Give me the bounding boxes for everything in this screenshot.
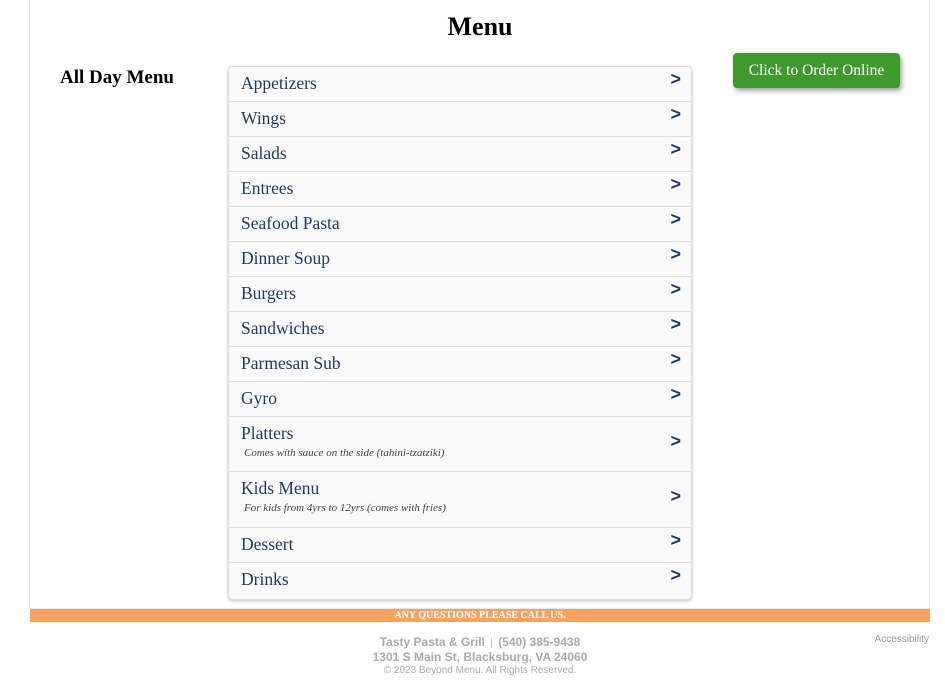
chevron-right-icon: > xyxy=(670,314,681,334)
chevron-right-icon: > xyxy=(670,174,681,194)
category-drinks[interactable]: Drinks > xyxy=(229,563,691,599)
chevron-right-icon: > xyxy=(670,384,681,404)
copyright: © 2023 Beyond Menu. All Rights Reserved. xyxy=(383,665,577,676)
category-wings[interactable]: Wings > xyxy=(229,102,691,137)
order-online-button[interactable]: Click to Order Online xyxy=(733,53,900,88)
category-burgers[interactable]: Burgers > xyxy=(229,277,691,312)
category-seafood-pasta[interactable]: Seafood Pasta > xyxy=(229,207,691,242)
chevron-right-icon: > xyxy=(670,244,681,264)
chevron-right-icon: > xyxy=(670,349,681,369)
section-label-all-day-menu: All Day Menu xyxy=(60,67,174,88)
category-platters[interactable]: Platters Comes with sauce on the side (t… xyxy=(229,417,691,472)
category-note: For kids from 4yrs to 12yrs (comes with … xyxy=(244,502,446,514)
category-kids-menu[interactable]: Kids Menu For kids from 4yrs to 12yrs (c… xyxy=(229,472,691,528)
page-title: Menu xyxy=(447,12,513,41)
category-name: Seafood Pasta xyxy=(241,213,340,233)
chevron-right-icon: > xyxy=(670,530,681,550)
category-parmesan-sub[interactable]: Parmesan Sub > xyxy=(229,347,691,382)
category-name: Drinks xyxy=(241,569,289,589)
category-name: Appetizers xyxy=(241,73,317,93)
category-name: Gyro xyxy=(241,388,277,408)
category-salads[interactable]: Salads > xyxy=(229,137,691,172)
category-name: Sandwiches xyxy=(241,318,325,338)
category-note: Comes with sauce on the side (tahini-tza… xyxy=(244,447,445,459)
category-dinner-soup[interactable]: Dinner Soup > xyxy=(229,242,691,277)
category-appetizers[interactable]: Appetizers > xyxy=(229,67,691,102)
menu-category-list: Appetizers > Wings > Salads > Entrees > … xyxy=(228,66,692,600)
chevron-right-icon: > xyxy=(670,279,681,299)
chevron-right-icon: > xyxy=(670,486,681,506)
call-us-banner: ANY QUESTIONS PLEASE CALL US. xyxy=(30,609,930,622)
restaurant-address: 1301 S Main St, Blacksburg, VA 24060 xyxy=(372,650,588,664)
chevron-right-icon: > xyxy=(670,104,681,124)
chevron-right-icon: > xyxy=(670,431,681,451)
category-gyro[interactable]: Gyro > xyxy=(229,382,691,417)
category-name: Burgers xyxy=(241,283,297,303)
footer-separator: | xyxy=(490,638,493,649)
category-name: Kids Menu xyxy=(241,478,320,498)
category-name: Dinner Soup xyxy=(241,248,330,268)
chevron-right-icon: > xyxy=(670,139,681,159)
category-name: Salads xyxy=(241,143,287,163)
category-dessert[interactable]: Dessert > xyxy=(229,528,691,563)
accessibility-link[interactable]: Accessibility xyxy=(875,634,929,645)
category-name: Platters xyxy=(241,423,294,443)
footer: Tasty Pasta & Grill | (540) 385-9438 130… xyxy=(0,635,945,676)
phone-number[interactable]: (540) 385-9438 xyxy=(498,635,580,649)
category-sandwiches[interactable]: Sandwiches > xyxy=(229,312,691,347)
chevron-right-icon: > xyxy=(670,565,681,585)
category-name: Parmesan Sub xyxy=(241,353,341,373)
restaurant-name: Tasty Pasta & Grill xyxy=(379,635,485,649)
category-name: Wings xyxy=(241,108,286,128)
chevron-right-icon: > xyxy=(670,209,681,229)
category-entrees[interactable]: Entrees > xyxy=(229,172,691,207)
footer-line-1: Tasty Pasta & Grill | (540) 385-9438 xyxy=(0,635,945,649)
chevron-right-icon: > xyxy=(670,69,681,89)
category-name: Dessert xyxy=(241,534,294,554)
category-name: Entrees xyxy=(241,178,294,198)
